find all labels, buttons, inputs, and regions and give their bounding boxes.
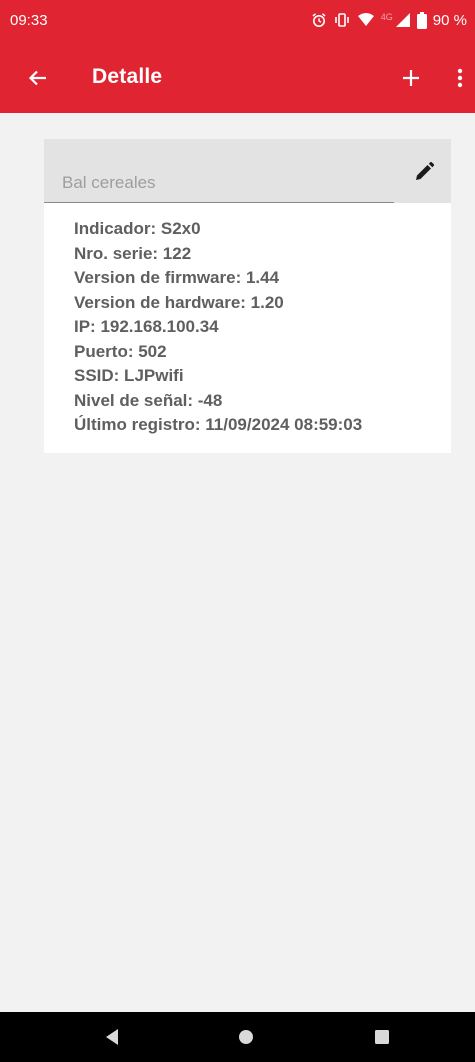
info-signal-level: Nivel de señal: -48 <box>74 390 223 410</box>
device-name-input[interactable] <box>44 139 394 203</box>
back-arrow-icon <box>28 70 46 86</box>
vibrate-icon <box>333 12 351 28</box>
app-bar: Detalle <box>0 40 475 113</box>
info-last-record: Último registro: 11/09/2024 08:59:03 <box>74 415 363 434</box>
nav-recents-button[interactable] <box>367 1022 397 1052</box>
nav-back-button[interactable] <box>97 1022 127 1052</box>
back-button[interactable] <box>22 62 54 94</box>
add-button[interactable] <box>395 62 427 94</box>
signal-icon <box>395 12 411 28</box>
page-title: Detalle <box>92 65 163 88</box>
status-bar: 09:33 4G 90 % <box>0 0 475 40</box>
info-ip-address: IP: 192.168.100.34 <box>74 317 219 336</box>
nav-home-button[interactable] <box>231 1022 261 1052</box>
more-vert-icon <box>457 68 463 88</box>
more-options-button[interactable] <box>448 62 472 94</box>
info-serial-number: Nro. serie: 122 <box>74 243 192 263</box>
nav-recents-icon <box>375 1030 389 1044</box>
edit-button[interactable] <box>408 156 440 188</box>
add-icon <box>403 70 419 86</box>
screen: 09:33 4G 90 % Detalle Bal cereales Indic… <box>0 0 475 1062</box>
pencil-icon <box>416 161 435 180</box>
info-port: Puerto: 502 <box>74 341 167 361</box>
info-ssid: SSID: LJPwifi <box>74 366 184 385</box>
battery-percent: 90 % <box>432 11 467 29</box>
info-firmware-version: Version de firmware: 1.44 <box>74 268 280 287</box>
wifi-icon <box>357 12 375 28</box>
device-info-list: Indicador: S2x0 Nro. serie: 122 Version … <box>74 217 362 438</box>
status-icons: 4G 90 % <box>311 11 467 29</box>
battery-icon <box>416 11 427 29</box>
network-type-label: 4G <box>380 12 393 22</box>
info-hardware-version: Version de hardware: 1.20 <box>74 292 284 312</box>
device-card: Indicador: S2x0 Nro. serie: 122 Version … <box>44 139 451 453</box>
nav-back-icon <box>106 1029 118 1045</box>
nav-home-icon <box>239 1030 253 1044</box>
alarm-icon <box>311 12 327 28</box>
system-nav-bar <box>0 1012 475 1062</box>
info-indicator: Indicador: S2x0 <box>74 219 201 238</box>
status-time: 09:33 <box>10 11 48 29</box>
device-name-field <box>44 139 451 203</box>
